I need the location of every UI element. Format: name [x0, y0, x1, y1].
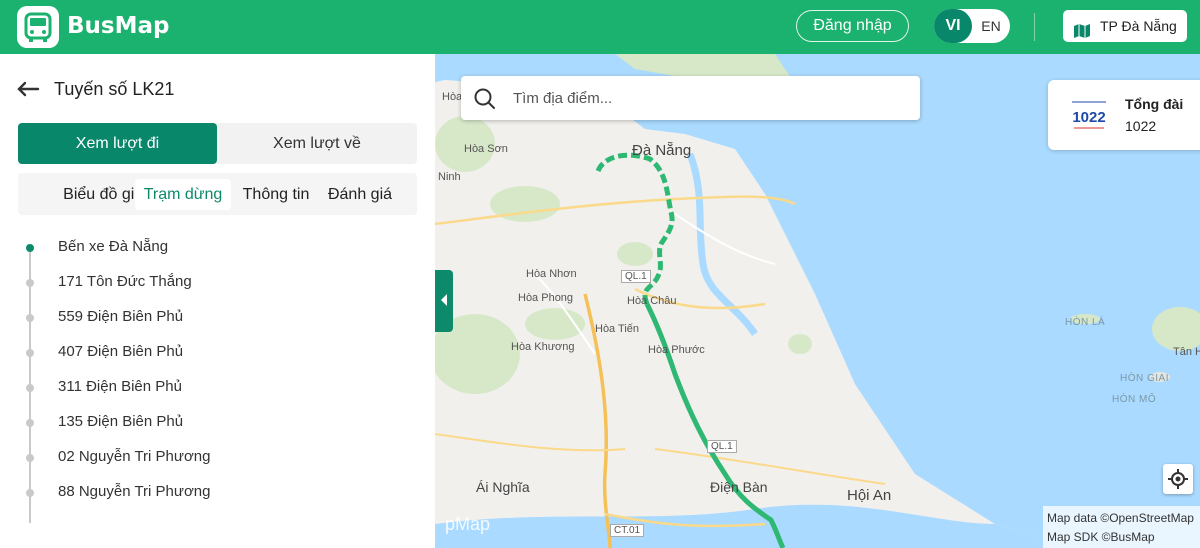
top-header: BusMap Đăng nhập VI EN TP Đà Nẵng — [0, 0, 1200, 54]
road-shield: QL.1 — [707, 440, 737, 453]
map-place-label: Hòa Phong — [518, 292, 574, 304]
hotline-title: Tổng đài — [1125, 96, 1184, 112]
stop-item[interactable]: 02 Nguyễn Tri Phương — [0, 444, 435, 474]
lang-vi-button[interactable]: VI — [934, 9, 972, 43]
attribution-sdk[interactable]: Map SDK ©BusMap — [1047, 528, 1200, 547]
stop-item[interactable]: 311 Điện Biên Phủ — [0, 374, 435, 404]
stop-dot — [26, 384, 34, 392]
hotline-card[interactable]: 1022 Tổng đài 1022 — [1048, 80, 1200, 150]
hotline-number: 1022 — [1125, 118, 1157, 134]
stop-item[interactable]: 135 Điện Biên Phủ — [0, 409, 435, 439]
road-shield: QL.1 — [621, 270, 651, 283]
direction-toggle: Xem lượt đi Xem lượt về — [18, 123, 417, 164]
hotline-logo: 1022 — [1068, 96, 1110, 134]
map-place-label: Hòa Tiến — [595, 323, 640, 335]
stop-item[interactable]: 171 Tôn Đức Thắng — [0, 269, 435, 299]
map-island-label: HÒN LÁ — [1065, 317, 1106, 328]
map-island-label: HÒN MÔ — [1112, 394, 1157, 405]
tab-info[interactable]: Thông tin — [234, 179, 318, 210]
stop-dot — [26, 419, 34, 427]
stop-item[interactable]: 559 Điện Biên Phủ — [0, 304, 435, 334]
map-watermark: pMap — [445, 514, 491, 534]
map-place-label: Hòa Phước — [648, 344, 705, 356]
city-label: TP Đà Nẵng — [1100, 18, 1177, 34]
stop-name: 02 Nguyễn Tri Phương — [58, 448, 211, 465]
map-view[interactable]: Hòa S Hòa Sơn Ninh Đà Nẵng Hòa Nhơn Hòa … — [435, 54, 1200, 548]
map-city-label: Hội An — [847, 487, 892, 504]
stop-dot — [26, 279, 34, 287]
locate-icon — [1168, 469, 1188, 489]
map-place-label: Tân H — [1173, 346, 1200, 358]
stop-name: 407 Điện Biên Phủ — [58, 343, 184, 360]
app-name[interactable]: BusMap — [67, 13, 169, 39]
map-icon — [1073, 18, 1091, 50]
chevron-left-icon — [441, 294, 447, 306]
stop-name: 311 Điện Biên Phủ — [58, 378, 182, 395]
stop-dot — [26, 489, 34, 497]
map-place-label: Hòa Châu — [627, 295, 677, 307]
bus-logo-icon[interactable] — [17, 6, 59, 48]
stop-item[interactable]: 88 Nguyễn Tri Phương — [0, 479, 435, 509]
hotline-logo-number: 1022 — [1072, 109, 1105, 126]
stop-name: 88 Nguyễn Tri Phương — [58, 483, 211, 500]
stop-item[interactable]: 407 Điện Biên Phủ — [0, 339, 435, 369]
search-icon — [473, 87, 497, 116]
direction-go-button[interactable]: Xem lượt đi — [18, 123, 217, 164]
stop-item[interactable]: Bến xe Đà Nẵng — [0, 234, 435, 264]
road-shield: CT.01 — [610, 524, 645, 537]
header-divider — [1034, 13, 1035, 41]
map-place-label: Ninh — [438, 171, 461, 183]
stop-dot — [26, 454, 34, 462]
tab-reviews[interactable]: Đánh giá — [320, 179, 400, 210]
lang-en-button[interactable]: EN — [976, 9, 1006, 43]
back-arrow-icon[interactable] — [16, 80, 40, 98]
map-city-label: Đà Nẵng — [632, 142, 692, 159]
stop-dot — [26, 349, 34, 357]
map-place-label: Ái Nghĩa — [476, 479, 530, 495]
direction-back-button[interactable]: Xem lượt về — [217, 123, 417, 164]
stop-name: 559 Điện Biên Phủ — [58, 308, 184, 325]
login-button[interactable]: Đăng nhập — [796, 10, 909, 42]
map-place-label: Hòa Khương — [511, 341, 575, 353]
language-switch: VI EN — [934, 9, 1010, 43]
route-title: Tuyến số LK21 — [54, 79, 175, 99]
search-input[interactable] — [513, 84, 903, 112]
map-island-label: HÒN GIAI — [1120, 373, 1170, 384]
stop-dot — [26, 244, 34, 252]
stop-dot — [26, 314, 34, 322]
stop-name: 171 Tôn Đức Thắng — [58, 273, 192, 290]
attribution-osm[interactable]: Map data ©OpenStreetMap — [1047, 509, 1200, 528]
my-location-button[interactable] — [1163, 464, 1193, 494]
map-attribution: Map data ©OpenStreetMap Map SDK ©BusMap — [1043, 506, 1200, 548]
collapse-sidebar-button[interactable] — [435, 270, 453, 332]
route-tabs: Biểu đồ giờ Trạm dừng Thông tin Đánh giá — [18, 173, 417, 215]
stop-name: 135 Điện Biên Phủ — [58, 413, 184, 430]
stop-name: Bến xe Đà Nẵng — [58, 238, 169, 255]
city-select-button[interactable]: TP Đà Nẵng — [1063, 10, 1187, 42]
map-search-box — [461, 76, 920, 120]
tab-stops[interactable]: Trạm dừng — [135, 179, 231, 210]
map-place-label: Điện Bàn — [710, 479, 768, 495]
map-place-label: Hòa Nhơn — [526, 268, 577, 280]
map-place-label: Hòa Sơn — [464, 143, 508, 155]
